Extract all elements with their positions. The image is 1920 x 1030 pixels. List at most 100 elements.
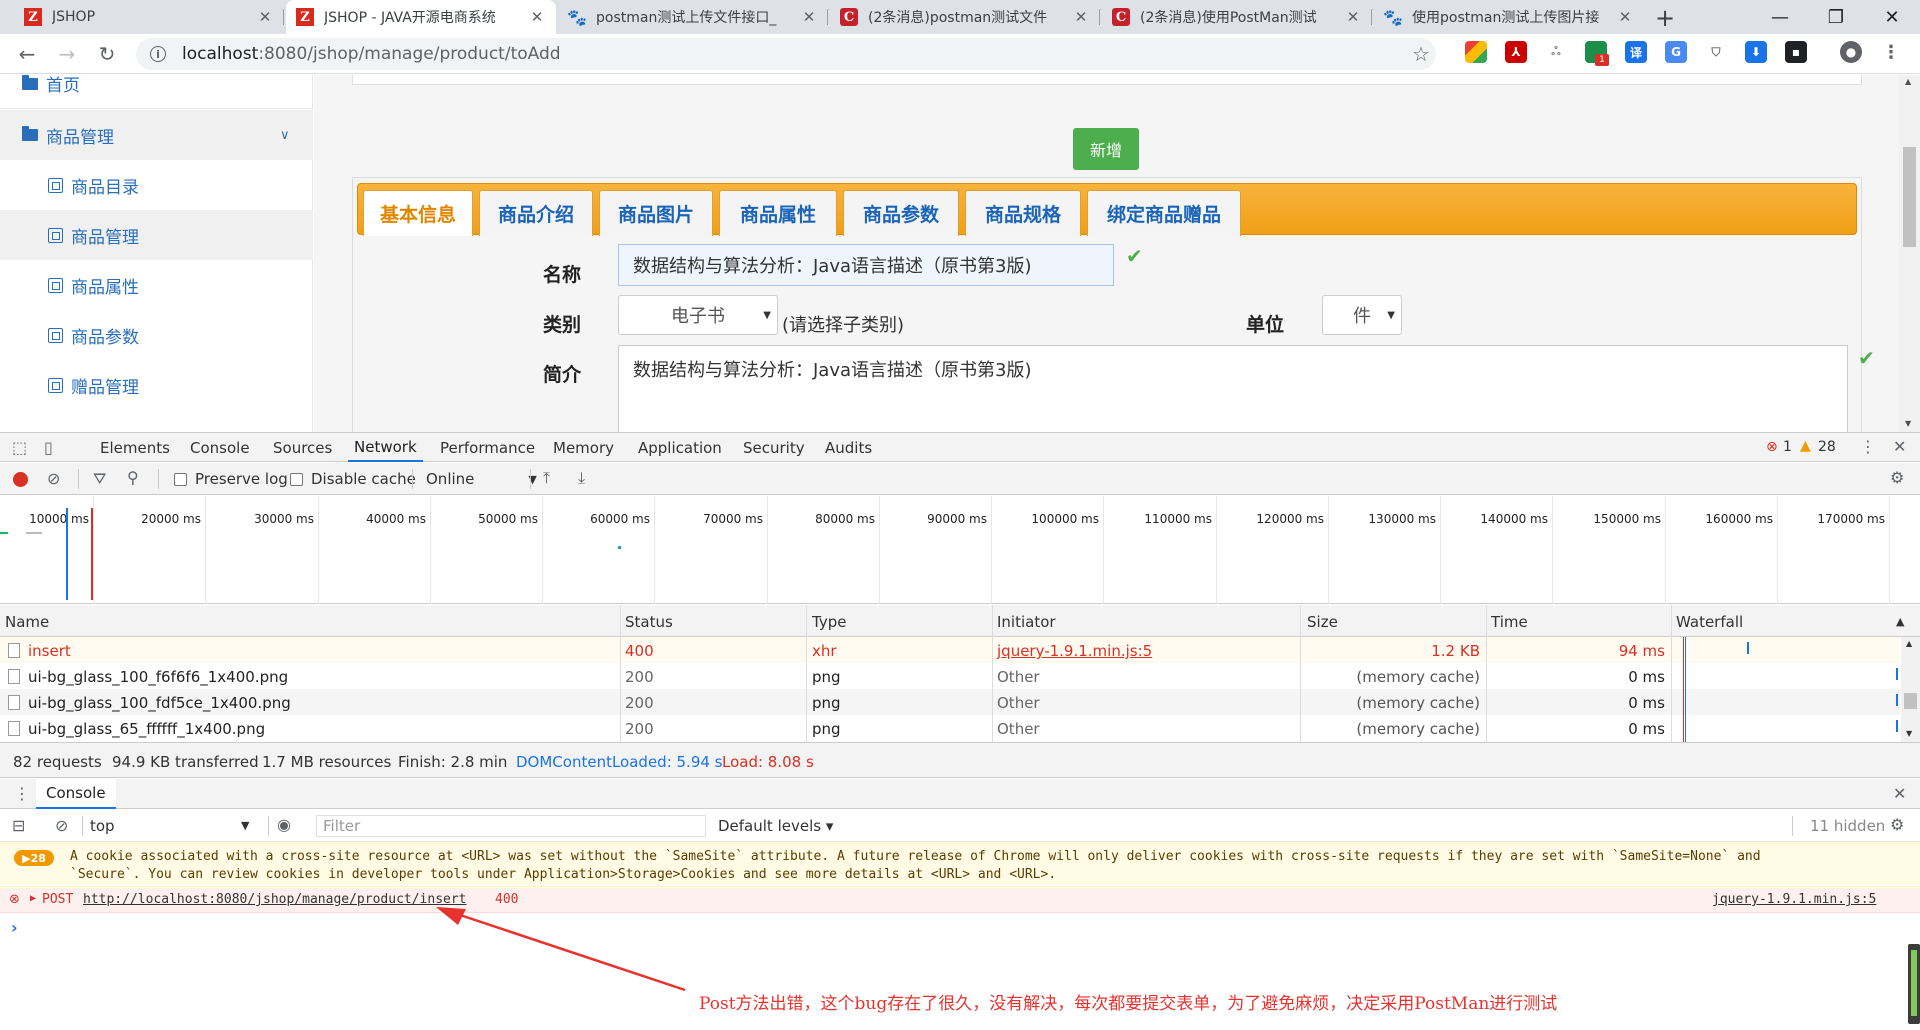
tab-images[interactable]: 商品图片	[599, 190, 713, 236]
column-name[interactable]: Name	[5, 613, 49, 631]
tab-attributes[interactable]: 商品属性	[719, 190, 837, 236]
close-drawer-icon[interactable]: ✕	[1893, 784, 1906, 803]
scroll-up-icon[interactable]: ▲	[1906, 639, 1912, 648]
close-devtools-icon[interactable]: ✕	[1893, 437, 1906, 456]
extension-colorful-icon[interactable]	[1465, 41, 1487, 63]
category-select[interactable]: 电子书 ▼	[618, 295, 778, 335]
scroll-down-icon[interactable]: ▼	[1905, 419, 1911, 428]
browser-tab[interactable]: Z JSHOP ✕	[14, 0, 284, 34]
tab-introduction[interactable]: 商品介绍	[479, 190, 593, 236]
reload-icon[interactable]: ↻	[93, 40, 121, 68]
browser-tab[interactable]: 🐾 使用postman测试上传图片接 ✕	[1374, 0, 1644, 34]
console-prompt-icon[interactable]: ›	[11, 918, 18, 937]
column-initiator[interactable]: Initiator	[997, 613, 1056, 631]
browser-tab-active[interactable]: Z JSHOP - JAVA开源电商系统 ✕	[286, 0, 556, 34]
scroll-down-icon[interactable]: ▼	[1906, 729, 1912, 738]
more-menu-icon[interactable]: ⋮	[1880, 41, 1902, 63]
export-har-icon[interactable]: ⤓	[578, 468, 585, 488]
sidebar-item-products[interactable]: 商品管理	[0, 210, 313, 260]
translate-extension-icon[interactable]: 译	[1625, 41, 1647, 63]
browser-tab[interactable]: C (2条消息)使用PostMan测试 ✕	[1102, 0, 1372, 34]
console-filter-input[interactable]: Filter	[316, 815, 706, 837]
sidebar-item-product-management[interactable]: 商品管理 ∨	[0, 110, 313, 160]
record-icon[interactable]	[13, 472, 28, 487]
column-time[interactable]: Time	[1491, 613, 1528, 631]
devtools-tab-memory[interactable]: Memory	[553, 433, 614, 462]
back-icon[interactable]: ←	[13, 40, 41, 68]
console-warning-message[interactable]: ▶ 28 A cookie associated with a cross-si…	[0, 843, 1920, 887]
column-status[interactable]: Status	[625, 613, 673, 631]
devtools-tab-audits[interactable]: Audits	[825, 433, 872, 462]
download-extension-icon[interactable]: ⬇	[1745, 41, 1767, 63]
table-row[interactable]: ui-bg_glass_100_f6f6f6_1x400.png 200 png…	[0, 663, 1900, 689]
devtools-menu-icon[interactable]: ⋮	[1860, 437, 1876, 456]
bookmark-star-icon[interactable]: ☆	[1412, 42, 1430, 66]
address-bar[interactable]: i localhost:8080/jshop/manage/product/to…	[136, 38, 1436, 70]
request-initiator-link[interactable]: jquery-1.9.1.min.js:5	[997, 642, 1152, 660]
import-har-icon[interactable]: ⤒	[543, 468, 550, 488]
log-levels-select[interactable]: Default levels ▾	[718, 817, 833, 835]
sort-up-icon[interactable]: ▲	[1896, 615, 1904, 628]
table-row[interactable]: ui-bg_glass_100_fdf5ce_1x400.png 200 png…	[0, 689, 1900, 715]
devtools-tab-security[interactable]: Security	[743, 433, 805, 462]
browser-tab[interactable]: 🐾 postman测试上传文件接口_ ✕	[558, 0, 828, 34]
minimize-icon[interactable]: —	[1752, 0, 1808, 34]
sidebar-toggle-icon[interactable]: ⊟	[12, 816, 25, 835]
sidebar-item-home[interactable]: 首页	[0, 75, 313, 109]
preserve-log-checkbox[interactable]: Preserve log	[174, 470, 288, 488]
table-row[interactable]: ui-bg_glass_65_ffffff_1x400.png 200 png …	[0, 715, 1900, 741]
tab-specs[interactable]: 商品规格	[965, 190, 1081, 236]
new-tab-icon[interactable]: +	[1655, 4, 1675, 32]
filter-icon[interactable]: ⛛	[93, 469, 106, 489]
error-source-link[interactable]: jquery-1.9.1.min.js:5	[1712, 892, 1876, 907]
devtools-tab-network[interactable]: Network	[348, 433, 423, 462]
restore-icon[interactable]: ❐	[1808, 0, 1864, 34]
intro-textarea[interactable]: 数据结构与算法分析：Java语言描述（原书第3版)	[618, 345, 1848, 432]
column-waterfall[interactable]: Waterfall	[1676, 613, 1743, 631]
close-icon[interactable]: ✕	[528, 8, 546, 26]
info-icon[interactable]: i	[150, 46, 166, 62]
context-select[interactable]: top	[90, 817, 115, 835]
devtools-tab-console[interactable]: Console	[190, 433, 250, 462]
browser-tab[interactable]: C (2条消息)postman测试文件 ✕	[830, 0, 1100, 34]
throttle-select[interactable]: Online ▼	[426, 470, 537, 488]
extension-dark-icon[interactable]: ▪	[1785, 41, 1807, 63]
table-scrollbar[interactable]: ▲ ▼	[1901, 637, 1920, 742]
console-scrollbar[interactable]	[1908, 944, 1920, 1024]
google-translate-icon[interactable]: G	[1665, 41, 1687, 63]
expand-arrow-icon[interactable]: ▶	[30, 893, 36, 904]
devtools-tab-sources[interactable]: Sources	[273, 433, 332, 462]
scrollbar-thumb[interactable]	[1903, 147, 1916, 247]
shield-icon[interactable]: ⛉	[1705, 41, 1727, 63]
clear-icon[interactable]: ⊘	[47, 469, 60, 488]
sidebar-item-gifts[interactable]: 赠品管理	[0, 360, 313, 410]
add-button[interactable]: 新增	[1073, 128, 1139, 170]
network-extension-icon[interactable]: ஃ	[1545, 41, 1567, 63]
network-overview[interactable]: 10000 ms 20000 ms 30000 ms 40000 ms 50000 ms…	[0, 496, 1920, 604]
console-tab[interactable]: Console	[36, 779, 116, 809]
sidebar-item-parameters[interactable]: 商品参数	[0, 310, 313, 360]
scroll-up-icon[interactable]: ▲	[1905, 77, 1911, 86]
column-type[interactable]: Type	[812, 613, 846, 631]
forward-icon[interactable]: →	[53, 40, 81, 68]
drawer-menu-icon[interactable]: ⋮	[14, 784, 30, 803]
pdf-extension-icon[interactable]: ⅄	[1505, 41, 1527, 63]
devtools-tab-performance[interactable]: Performance	[440, 433, 535, 462]
table-row[interactable]: insert 400 xhr jquery-1.9.1.min.js:5 1.2…	[0, 637, 1900, 663]
devtools-tab-elements[interactable]: Elements	[100, 433, 170, 462]
column-size[interactable]: Size	[1307, 613, 1338, 631]
error-count-icon[interactable]: ⊗	[1766, 439, 1778, 455]
warning-icon[interactable]: ▲	[1800, 438, 1811, 454]
disable-cache-checkbox[interactable]: Disable cache	[290, 470, 416, 488]
error-url-link[interactable]: http://localhost:8080/jshop/manage/produ…	[83, 892, 467, 907]
close-window-icon[interactable]: ✕	[1864, 0, 1920, 34]
tab-parameters[interactable]: 商品参数	[843, 190, 959, 236]
sidebar-item-attributes[interactable]: 商品属性	[0, 260, 313, 310]
close-icon[interactable]: ✕	[1344, 8, 1362, 26]
page-scrollbar[interactable]: ▲ ▼	[1899, 75, 1920, 432]
profile-avatar-icon[interactable]: ●	[1840, 41, 1862, 63]
console-error-message[interactable]: ⊗ ▶ POST http://localhost:8080/jshop/man…	[0, 888, 1920, 913]
close-icon[interactable]: ✕	[1072, 8, 1090, 26]
devtools-tab-application[interactable]: Application	[638, 433, 722, 462]
device-toolbar-icon[interactable]: ▯	[44, 438, 53, 457]
